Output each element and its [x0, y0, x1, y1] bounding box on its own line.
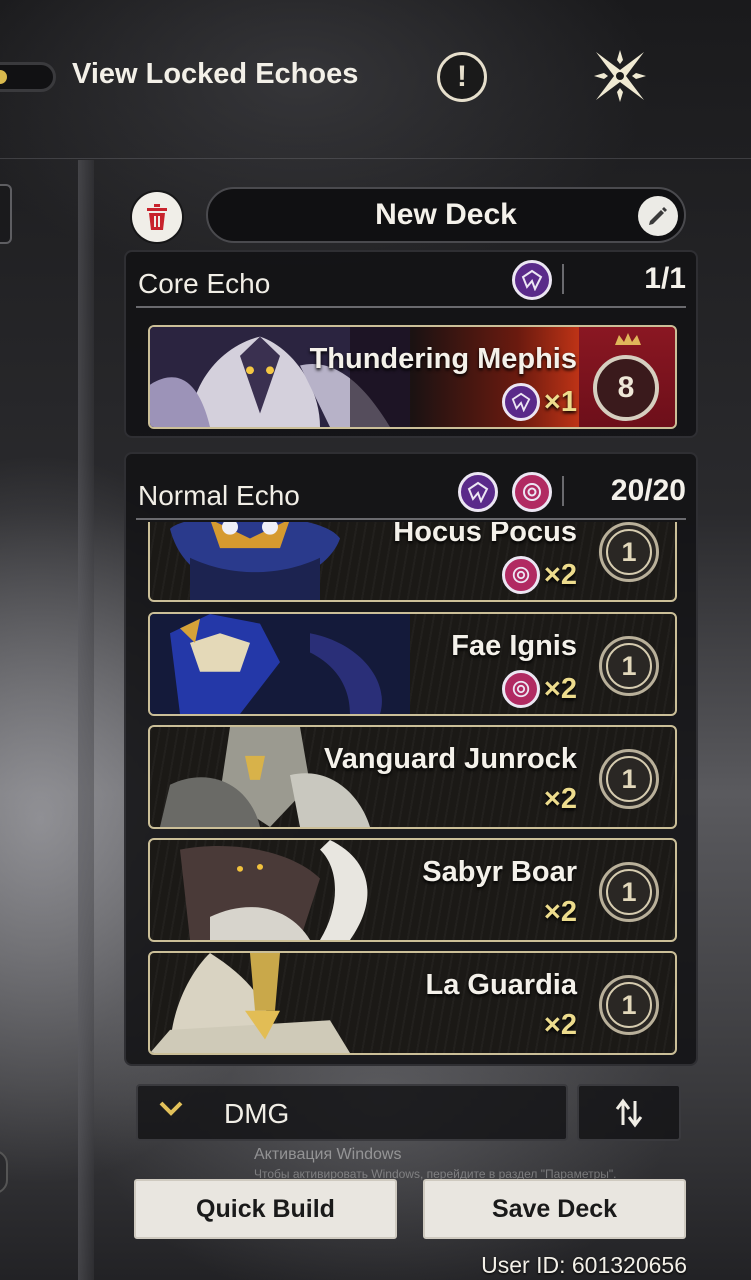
cost-zone: 1	[585, 727, 675, 827]
echo-card[interactable]: La Guardia ×2 1	[148, 951, 677, 1055]
normal-echo-count: 20/20	[610, 474, 686, 507]
normal-echo-title: Normal Echo	[138, 480, 300, 511]
section-underline	[136, 518, 686, 520]
sort-order-icon	[615, 1098, 643, 1127]
card-name: Sabyr Boar	[422, 856, 577, 888]
echo-portrait	[150, 614, 410, 714]
multiplier-text: ×2	[543, 558, 577, 591]
crown-icon	[615, 333, 641, 345]
locked-echoes-toggle[interactable]	[0, 62, 56, 92]
purple-type-icon	[512, 260, 552, 300]
cost-badge: 1	[599, 862, 659, 922]
cost-badge: 1	[599, 636, 659, 696]
trash-icon	[147, 204, 167, 230]
multiplier-text: ×1	[543, 385, 577, 418]
echo-card[interactable]: Sabyr Boar ×2 1	[148, 838, 677, 942]
chevron-down-icon	[159, 1101, 183, 1116]
windows-activation-title: Активация Windows	[254, 1146, 402, 1163]
edit-deck-name-button[interactable]	[638, 196, 678, 236]
cost-value: 1	[621, 989, 637, 1020]
cost-value: 1	[621, 650, 637, 681]
core-echo-count: 1/1	[644, 262, 686, 295]
cost-badge: 1	[599, 975, 659, 1035]
card-multiplier: ×2	[501, 556, 577, 594]
user-id: User ID: 601320656	[481, 1252, 687, 1278]
normal-echo-list[interactable]: Hocus Pocus ×2 1 Fae Ignis ×2 1 Vanguard…	[124, 522, 698, 1060]
multiplier-text: ×2	[543, 783, 577, 815]
core-echo-title: Core Echo	[138, 268, 271, 299]
cost-zone: 1	[585, 953, 675, 1053]
section-underline	[136, 306, 686, 308]
multiplier-text: ×2	[543, 1009, 577, 1041]
delete-deck-button[interactable]	[132, 192, 182, 242]
quick-build-button[interactable]: Quick Build	[134, 1179, 397, 1239]
deck-name-text: New Deck	[375, 198, 517, 231]
cost-zone: 1	[585, 840, 675, 940]
card-multiplier: ×2	[544, 1009, 577, 1042]
cost-value: 1	[621, 876, 637, 907]
close-button[interactable]	[590, 46, 650, 106]
deck-name-field[interactable]: New Deck	[206, 187, 686, 243]
sort-label: DMG	[224, 1098, 290, 1129]
save-deck-button[interactable]: Save Deck	[423, 1179, 686, 1239]
core-echo-card[interactable]: Thundering Mephis ×1 8	[148, 325, 677, 429]
left-scroll-rail[interactable]	[78, 160, 94, 1280]
cost-zone: 1	[585, 522, 675, 600]
purple-type-icon	[501, 383, 540, 421]
card-name: La Guardia	[425, 969, 578, 1001]
echo-card[interactable]: Hocus Pocus ×2 1	[148, 522, 677, 602]
cost-badge: 1	[599, 749, 659, 809]
card-name: Vanguard Junrock	[323, 743, 577, 775]
card-name: Fae Ignis	[451, 630, 577, 662]
header-separator	[562, 476, 564, 506]
pencil-icon	[649, 207, 667, 225]
cost-badge: 8	[593, 355, 659, 421]
echo-card[interactable]: Vanguard Junrock ×2 1	[148, 725, 677, 829]
card-multiplier: ×2	[544, 783, 577, 816]
close-x-icon	[594, 50, 646, 102]
cost-badge: 1	[599, 522, 659, 582]
pink-type-icon	[501, 670, 540, 708]
left-panel-edge	[0, 184, 12, 244]
core-echo-portrait	[150, 327, 410, 427]
exclamation-icon: !	[457, 60, 467, 93]
echo-portrait	[170, 522, 340, 600]
card-multiplier: ×2	[501, 670, 577, 708]
card-name: Hocus Pocus	[393, 522, 577, 548]
pink-type-icon	[512, 472, 552, 512]
card-name: Thundering Mephis	[309, 343, 577, 375]
card-multiplier: ×2	[544, 896, 577, 929]
card-multiplier: ×1	[501, 383, 577, 421]
echo-card[interactable]: Fae Ignis ×2 1	[148, 612, 677, 716]
divider-line	[0, 158, 751, 159]
echo-portrait	[180, 840, 368, 940]
locked-echoes-label: View Locked Echoes	[72, 58, 359, 90]
header-separator	[562, 264, 564, 294]
purple-type-icon	[458, 472, 498, 512]
cost-zone: 1	[585, 614, 675, 714]
echo-portrait	[150, 953, 350, 1053]
toggle-knob	[0, 70, 7, 84]
sort-order-button[interactable]	[577, 1084, 681, 1141]
pink-type-icon	[501, 556, 540, 594]
cost-value: 1	[621, 536, 637, 567]
multiplier-text: ×2	[543, 896, 577, 928]
info-button[interactable]: !	[437, 52, 487, 102]
cost-value: 1	[621, 763, 637, 794]
sort-dropdown[interactable]: DMG	[136, 1084, 568, 1141]
multiplier-text: ×2	[543, 672, 577, 705]
cost-zone: 8	[579, 327, 675, 427]
echo-portrait	[160, 727, 370, 827]
cost-value: 8	[617, 371, 635, 404]
